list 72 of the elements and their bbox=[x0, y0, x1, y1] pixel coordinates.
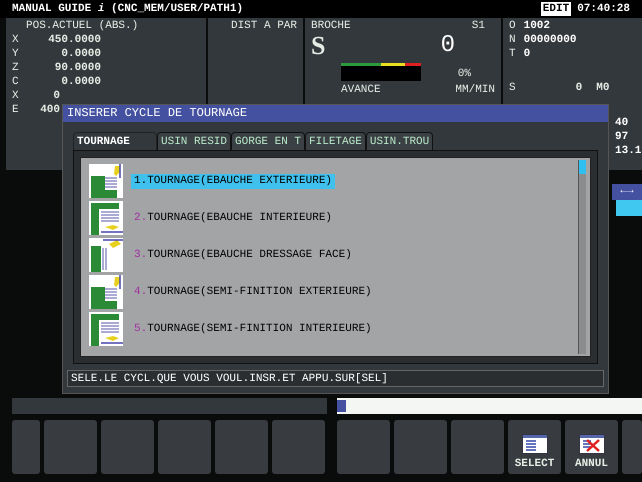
key-input-field[interactable] bbox=[337, 398, 642, 414]
clock-time: 07:40:28 bbox=[577, 2, 630, 16]
blank-softkey[interactable] bbox=[12, 420, 40, 474]
softkey-button[interactable]: SELECT bbox=[508, 420, 561, 474]
position-title: POS.ACTUEL (ABS.) bbox=[25, 19, 140, 33]
side-value: 97 bbox=[615, 130, 630, 144]
axis-value: 400 bbox=[39, 103, 60, 117]
program-value: 0 bbox=[524, 47, 530, 61]
side-tab[interactable]: ←→ bbox=[612, 184, 642, 200]
turning-cycle-icon bbox=[89, 238, 123, 272]
side-value: 13.1 bbox=[615, 144, 642, 158]
axis-value: 0.0000 bbox=[60, 47, 101, 61]
blank-softkey[interactable] bbox=[158, 420, 211, 474]
spindle-speed: 0 bbox=[440, 33, 455, 59]
axis-label: E bbox=[12, 103, 20, 117]
program-label: T bbox=[509, 47, 516, 61]
axis-value: 0 bbox=[52, 89, 60, 103]
tab[interactable]: USIN RESID bbox=[157, 132, 232, 150]
blank-softkey[interactable] bbox=[622, 420, 642, 474]
dialog-title: INSERER CYCLE DE TOURNAGE bbox=[63, 105, 608, 122]
cycle-list-item[interactable]: 3.TOURNAGE(EBAUCHE DRESSAGE FACE) bbox=[131, 248, 355, 262]
spindle-channel: S1 bbox=[472, 19, 485, 33]
text-cursor bbox=[337, 400, 346, 412]
spindle-code-label: S bbox=[509, 81, 516, 95]
scrollbar-thumb[interactable] bbox=[579, 160, 586, 174]
program-value: 00000000 bbox=[524, 33, 576, 47]
spindle-code-value: 0 bbox=[576, 81, 582, 95]
blank-softkey[interactable] bbox=[451, 420, 504, 474]
cycle-list-item[interactable]: 4.TOURNAGE(SEMI-FINITION EXTERIEURE) bbox=[131, 284, 375, 300]
turning-cycle-icon bbox=[89, 164, 123, 198]
feed-title: AVANCE bbox=[341, 83, 381, 97]
spindle-title: BROCHE bbox=[311, 19, 351, 33]
program-label: O bbox=[509, 19, 516, 33]
axis-label: X bbox=[12, 89, 20, 103]
axis-value: 90.0000 bbox=[54, 61, 101, 75]
axis-label: Y bbox=[12, 47, 20, 61]
program-label: N bbox=[509, 33, 516, 47]
blank-softkey[interactable] bbox=[337, 420, 390, 474]
mode-indicator: EDIT bbox=[540, 2, 572, 16]
tab[interactable]: FILETAGE bbox=[305, 132, 366, 150]
axis-value: 0.0000 bbox=[60, 75, 101, 89]
cycle-list-item[interactable]: 5.TOURNAGE(SEMI-FINITION INTERIEURE) bbox=[131, 322, 375, 336]
program-value: 1002 bbox=[524, 19, 550, 33]
screen-title: MANUAL GUIDE i (CNC_MEM/USER/PATH1) bbox=[12, 2, 244, 16]
highlight-bar bbox=[616, 200, 642, 216]
blank-softkey[interactable] bbox=[101, 420, 154, 474]
blank-softkey[interactable] bbox=[44, 420, 97, 474]
axis-value: 450.0000 bbox=[47, 33, 101, 47]
tab[interactable]: GORGE EN T bbox=[231, 132, 306, 150]
turning-cycle-icon bbox=[89, 275, 123, 309]
cycle-list-item[interactable]: 2.TOURNAGE(EBAUCHE INTERIEURE) bbox=[131, 210, 336, 226]
tab[interactable]: TOURNAGE bbox=[73, 132, 157, 150]
softkey-button[interactable]: ANNUL bbox=[565, 420, 618, 474]
distance-title: DIST A PAR bbox=[230, 19, 297, 33]
axis-label: X bbox=[12, 33, 20, 47]
cycle-list-item[interactable]: 1.TOURNAGE(EBAUCHE EXTERIEURE) bbox=[131, 174, 336, 188]
spindle-letter: S bbox=[311, 33, 326, 59]
blank-softkey[interactable] bbox=[394, 420, 447, 474]
scrollbar[interactable] bbox=[578, 160, 586, 354]
tab[interactable]: USIN.TROU bbox=[366, 132, 434, 150]
turning-cycle-icon bbox=[89, 312, 123, 346]
list-window-icon bbox=[522, 434, 548, 454]
side-value: 40 bbox=[615, 116, 630, 130]
blank-softkey[interactable] bbox=[272, 420, 325, 474]
turning-cycle-icon bbox=[89, 201, 123, 235]
cancel-window-icon bbox=[578, 434, 604, 454]
axis-label: Z bbox=[12, 61, 20, 75]
spindle-percent: 0% bbox=[458, 67, 471, 81]
m-code: M0 bbox=[596, 81, 610, 95]
blank-softkey[interactable] bbox=[215, 420, 268, 474]
axis-label: C bbox=[12, 75, 20, 89]
feed-unit: MM/MIN bbox=[455, 83, 495, 97]
